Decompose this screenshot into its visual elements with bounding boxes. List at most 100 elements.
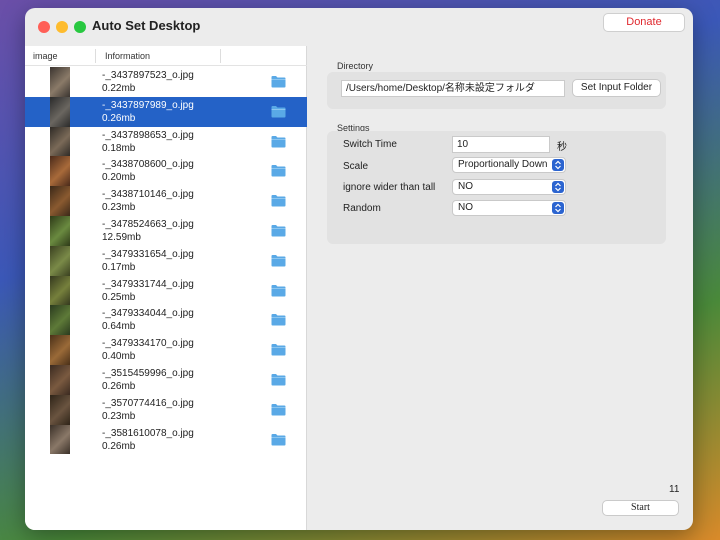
file-name: -_3479334170_o.jpg [102,338,194,350]
switch-time-field[interactable]: 10 [452,136,550,153]
file-name: -_3570774416_o.jpg [102,397,194,409]
list-header: image Information [25,46,307,66]
file-size: 0.23mb [102,410,136,422]
file-size: 0.20mb [102,172,136,184]
scale-value: Proportionally Down [458,159,548,170]
file-size: 0.40mb [102,351,136,363]
list-item[interactable]: -_3581610078_o.jpg 0.26mb [25,424,307,455]
set-input-folder-button[interactable]: Set Input Folder [572,79,661,97]
list-item[interactable]: -_3570774416_o.jpg 0.23mb [25,394,307,425]
file-size: 0.64mb [102,321,136,333]
random-value: NO [458,202,473,213]
file-name: -_3478524663_o.jpg [102,218,194,230]
folder-icon[interactable] [271,224,286,237]
file-name: -_3437898653_o.jpg [102,129,194,141]
column-divider [220,49,221,63]
start-button[interactable]: Start [602,500,679,516]
list-item[interactable]: -_3515459996_o.jpg 0.26mb [25,364,307,395]
image-list-panel: image Information -_3437897523_o.jpg 0.22… [25,46,307,530]
list-item[interactable]: -_3479334044_o.jpg 0.64mb [25,305,307,336]
folder-icon[interactable] [271,75,286,88]
donate-button[interactable]: Donate [603,13,685,32]
scale-popup[interactable]: Proportionally Down [452,157,566,173]
column-divider [95,49,96,63]
image-thumbnail [50,305,70,336]
file-name: -_3479331654_o.jpg [102,248,194,260]
file-name: -_3515459996_o.jpg [102,367,194,379]
list-item[interactable]: -_3437898653_o.jpg 0.18mb [25,126,307,157]
file-name: -_3438708600_o.jpg [102,159,194,171]
switch-time-label: Switch Time [343,139,397,150]
file-size: 0.23mb [102,202,136,214]
random-label: Random [343,203,381,214]
ignore-wider-label: ignore wider than tall [343,182,436,193]
image-thumbnail [50,156,70,187]
image-list: -_3437897523_o.jpg 0.22mb -_3437897989_o.j… [25,67,307,455]
folder-icon[interactable] [271,254,286,267]
list-item[interactable]: -_3479331744_o.jpg 0.25mb [25,275,307,306]
folder-icon[interactable] [271,194,286,207]
title-bar: Auto Set Desktop Donate [25,8,693,46]
list-item[interactable]: -_3479334170_o.jpg 0.40mb [25,335,307,365]
list-item[interactable]: -_3437897523_o.jpg 0.22mb [25,67,307,97]
folder-icon[interactable] [271,373,286,386]
image-thumbnail [50,245,70,276]
file-name: -_3581610078_o.jpg [102,427,194,439]
file-size: 0.25mb [102,291,136,303]
zoom-window-button[interactable] [74,21,86,33]
image-thumbnail [50,275,70,306]
image-thumbnail [50,424,70,455]
file-name: -_3437897989_o.jpg [102,99,194,111]
switch-time-unit: 秒 [557,142,567,153]
image-thumbnail [50,394,70,425]
image-count: 11 [669,484,680,495]
image-thumbnail [50,186,70,216]
folder-icon[interactable] [271,433,286,446]
app-window: Auto Set Desktop Donate image Informatio… [25,8,693,530]
file-name: -_3479331744_o.jpg [102,278,194,290]
folder-icon[interactable] [271,164,286,177]
image-thumbnail [50,335,70,365]
close-window-button[interactable] [38,21,50,33]
folder-icon[interactable] [271,313,286,326]
file-name: -_3438710146_o.jpg [102,189,194,201]
column-header-image[interactable]: image [33,51,58,61]
column-header-information[interactable]: Information [105,51,150,61]
scale-label: Scale [343,161,369,172]
folder-icon[interactable] [271,105,286,118]
window-title: Auto Set Desktop [92,18,201,33]
file-size: 0.26mb [102,112,136,124]
file-size: 0.22mb [102,83,136,94]
list-item[interactable]: -_3438710146_o.jpg 0.23mb [25,186,307,216]
image-thumbnail [50,215,70,246]
list-item[interactable]: -_3478524663_o.jpg 12.59mb [25,215,307,246]
directory-path-field[interactable]: /Users/home/Desktop/名称未設定フォルダ [341,80,565,97]
ignore-wider-value: NO [458,181,473,192]
image-thumbnail [50,364,70,395]
folder-icon[interactable] [271,284,286,297]
chevron-updown-icon [552,202,564,214]
random-popup[interactable]: NO [452,200,566,216]
file-name: -_3437897523_o.jpg [102,70,194,81]
minimize-window-button[interactable] [56,21,68,33]
folder-icon[interactable] [271,403,286,416]
image-thumbnail [50,96,70,127]
folder-icon[interactable] [271,135,286,148]
list-item[interactable]: -_3437897989_o.jpg 0.26mb [25,96,307,127]
chevron-updown-icon [552,159,564,171]
settings-group: Switch Time 10 秒 Scale Proportionally Do… [327,131,666,244]
list-item[interactable]: -_3479331654_o.jpg 0.17mb [25,245,307,276]
file-name: -_3479334044_o.jpg [102,308,194,320]
file-size: 12.59mb [102,231,141,243]
image-thumbnail [50,67,70,97]
list-item[interactable]: -_3438708600_o.jpg 0.20mb [25,156,307,187]
directory-group: /Users/home/Desktop/名称未設定フォルダ Set Input … [327,72,666,109]
file-size: 0.17mb [102,261,136,273]
chevron-updown-icon [552,181,564,193]
file-size: 0.26mb [102,440,136,452]
ignore-wider-popup[interactable]: NO [452,179,566,195]
file-size: 0.26mb [102,380,136,392]
file-size: 0.18mb [102,142,136,154]
image-thumbnail [50,126,70,157]
folder-icon[interactable] [271,343,286,356]
